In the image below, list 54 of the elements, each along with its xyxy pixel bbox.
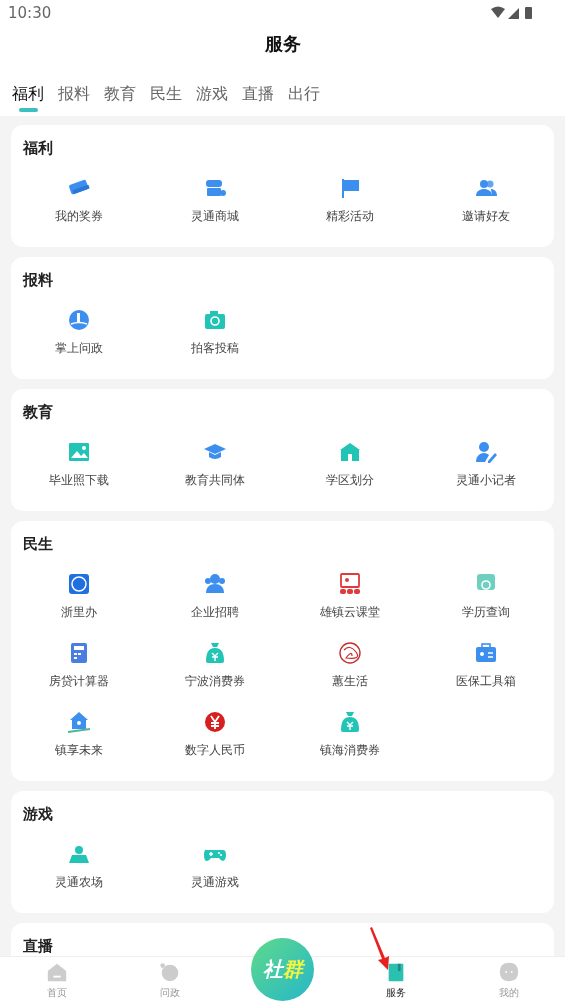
service-item[interactable]: 学历查询 <box>418 572 554 621</box>
service-item[interactable]: 数字人民币 <box>146 710 283 759</box>
service-item[interactable]: 镇海消费券 <box>282 710 419 759</box>
service-item[interactable]: 我的奖券 <box>11 176 147 225</box>
house-icon <box>66 710 91 734</box>
category-tab[interactable]: 福利 <box>12 84 44 112</box>
service-item[interactable]: 企业招聘 <box>146 572 283 621</box>
service-item[interactable]: 浙里办 <box>11 572 147 621</box>
service-item[interactable]: 灵通游戏 <box>146 842 283 891</box>
category-tab[interactable]: 游戏 <box>196 84 228 112</box>
service-item[interactable]: 教育共同体 <box>146 440 283 489</box>
page-title: 服务 <box>264 33 301 54</box>
service-item[interactable]: 灵通商城 <box>146 176 283 225</box>
section-title: 直播 <box>22 937 54 956</box>
service-item[interactable]: 宁波消费券 <box>146 641 283 690</box>
camera-icon <box>202 308 227 332</box>
service-item[interactable]: 掌上问政 <box>11 308 147 357</box>
status-icons <box>491 6 535 20</box>
classroom-icon <box>338 572 363 596</box>
team-icon <box>202 572 227 596</box>
home-icon <box>45 961 68 983</box>
category-tab[interactable]: 报料 <box>58 84 90 112</box>
service-item[interactable]: 镇享未来 <box>11 710 147 759</box>
section-title: 福利 <box>22 139 54 158</box>
section-title: 报料 <box>21 271 54 290</box>
service-item[interactable]: 灵通农场 <box>11 842 147 891</box>
seal-icon <box>338 641 363 665</box>
service-item[interactable]: 邀请好友 <box>418 176 554 225</box>
service-item[interactable]: 拍客投稿 <box>146 308 283 357</box>
person-pen-icon <box>474 440 499 464</box>
app-icon <box>66 572 91 596</box>
service-item[interactable]: 雄镇云课堂 <box>282 572 419 621</box>
section-title: 游戏 <box>22 805 54 824</box>
service-item[interactable]: 精彩活动 <box>282 176 419 225</box>
face-icon <box>497 961 520 983</box>
service-item[interactable]: 医保工具箱 <box>418 641 554 690</box>
category-tab[interactable]: 民生 <box>150 84 182 112</box>
section-title: 教育 <box>22 403 54 422</box>
category-tab[interactable]: 教育 <box>104 84 136 112</box>
category-tab[interactable]: 出行 <box>288 84 320 112</box>
status-time: 10:30 <box>8 4 52 22</box>
annotation-arrow <box>368 927 390 971</box>
service-item[interactable]: 蕙生活 <box>282 641 419 690</box>
yuan-coin-icon <box>202 710 227 734</box>
bubbles-icon <box>158 961 181 983</box>
service-item[interactable]: 毕业照下载 <box>11 440 147 489</box>
image-icon <box>66 440 91 464</box>
medical-kit-icon <box>474 641 499 665</box>
service-item[interactable]: 房贷计算器 <box>11 641 147 690</box>
service-item[interactable]: 学区划分 <box>282 440 419 489</box>
nav-tab[interactable]: 服务 <box>339 957 452 1004</box>
section-title: 民生 <box>22 535 54 554</box>
category-tab[interactable]: 直播 <box>242 84 274 112</box>
service-item[interactable]: 灵通小记者 <box>418 440 554 489</box>
